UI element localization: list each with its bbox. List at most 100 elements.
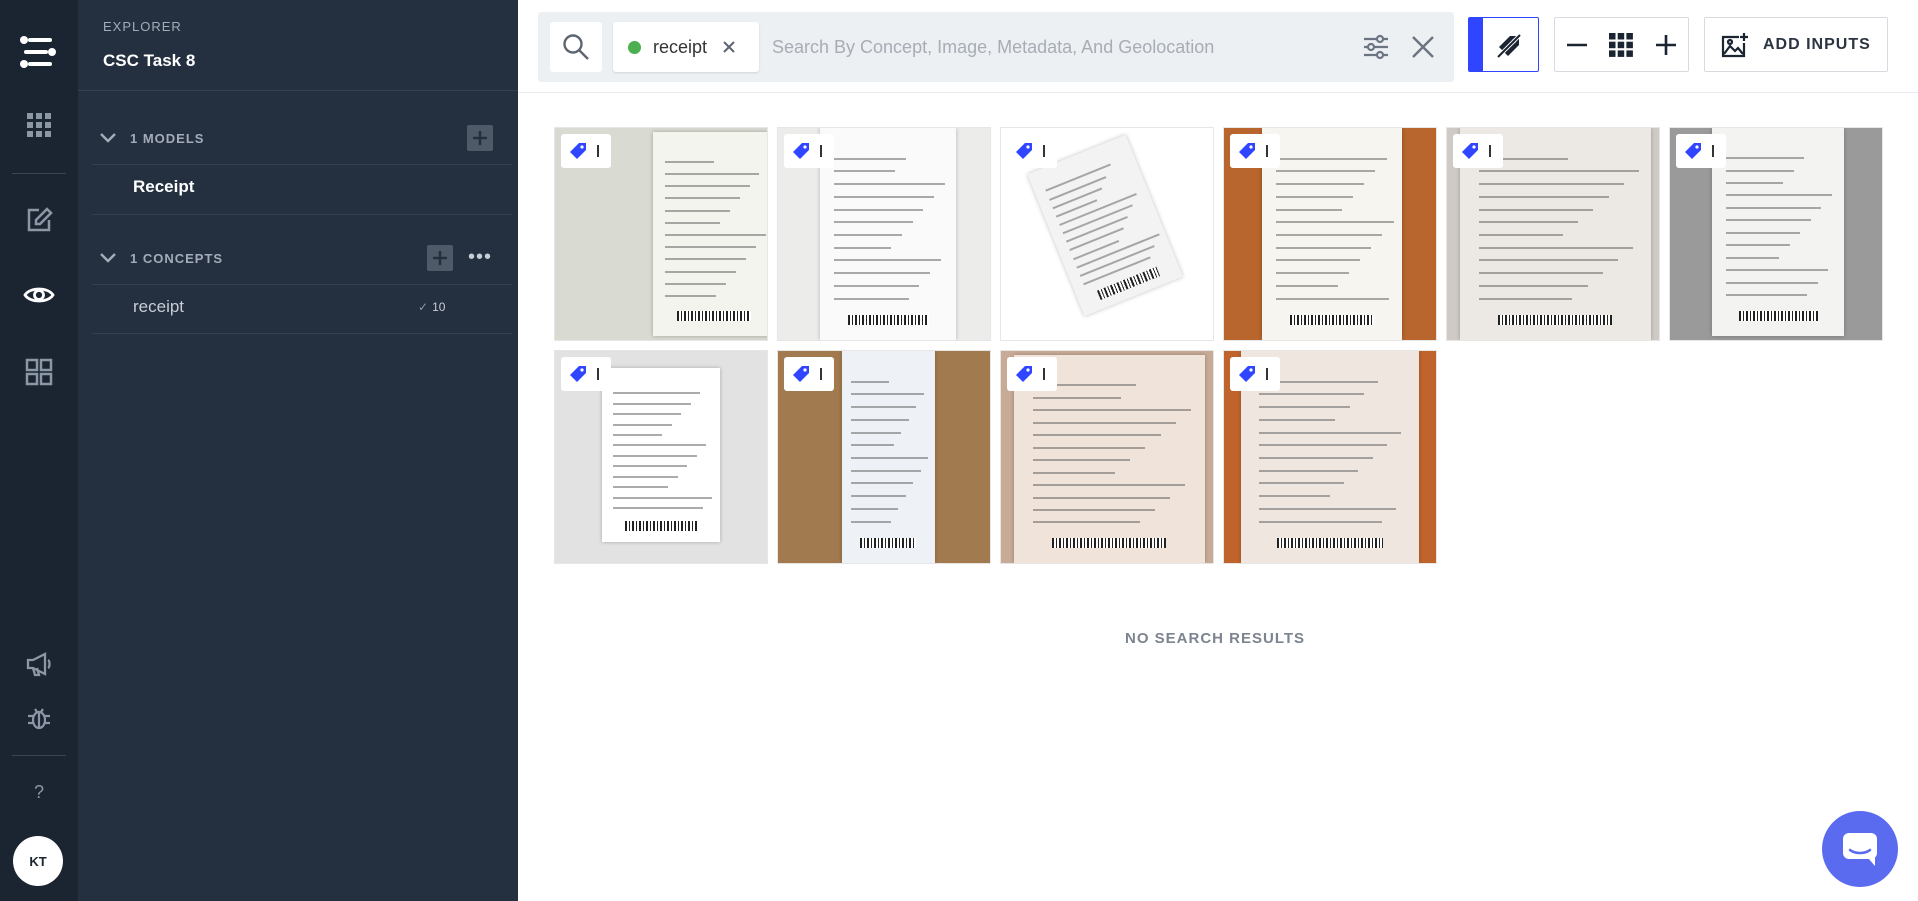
eye-icon[interactable] bbox=[22, 278, 56, 312]
receipt-text-line bbox=[850, 457, 929, 459]
receipt-text-line bbox=[1276, 284, 1338, 287]
image-thumbnail[interactable] bbox=[1669, 127, 1883, 341]
receipt-text-line bbox=[1725, 157, 1805, 160]
annotation-tag-badge[interactable] bbox=[1676, 134, 1726, 168]
image-thumbnail[interactable] bbox=[1223, 350, 1437, 564]
image-thumbnail[interactable] bbox=[554, 350, 768, 564]
bug-icon[interactable] bbox=[22, 701, 56, 735]
receipt-text-line bbox=[613, 496, 713, 499]
tag-icon bbox=[1685, 143, 1701, 159]
receipt-image bbox=[820, 128, 957, 340]
tag-separator bbox=[597, 368, 599, 380]
tag-icon bbox=[570, 366, 586, 382]
apps-grid-icon[interactable] bbox=[22, 108, 56, 142]
receipt-text-line bbox=[833, 195, 935, 198]
help-button[interactable]: ? bbox=[22, 775, 56, 809]
receipt-text-line bbox=[1725, 169, 1794, 172]
annotation-tag-badge[interactable] bbox=[561, 357, 611, 391]
tag-separator bbox=[1266, 145, 1268, 157]
zoom-out-icon[interactable] bbox=[1565, 33, 1589, 57]
dashboard-icon[interactable] bbox=[22, 355, 56, 389]
receipt-text-line bbox=[1032, 484, 1186, 487]
model-item-receipt[interactable]: Receipt bbox=[133, 177, 194, 197]
receipt-text-line bbox=[1258, 418, 1336, 421]
receipt-text-line bbox=[1478, 246, 1634, 249]
app-title[interactable]: CSC Task 8 bbox=[103, 51, 195, 71]
tag-separator bbox=[1489, 145, 1491, 157]
receipt-text-line bbox=[833, 234, 902, 236]
chip-label: receipt bbox=[653, 36, 708, 57]
annotation-mode-toggle[interactable] bbox=[1468, 17, 1539, 72]
receipt-text-line bbox=[664, 282, 727, 285]
annotation-tag-badge[interactable] bbox=[784, 357, 834, 391]
clear-search-icon[interactable] bbox=[1410, 34, 1436, 60]
annotation-tag-badge[interactable] bbox=[561, 134, 611, 168]
receipt-image bbox=[652, 132, 767, 336]
receipt-text-line bbox=[613, 402, 691, 405]
add-inputs-button[interactable]: ADD INPUTS bbox=[1704, 17, 1888, 72]
receipt-text-line bbox=[1258, 495, 1330, 498]
image-thumbnail[interactable] bbox=[1223, 127, 1437, 341]
receipt-text-line bbox=[1032, 434, 1161, 437]
explorer-label: EXPLORER bbox=[103, 19, 182, 34]
tag-separator bbox=[1043, 145, 1045, 157]
section-divider bbox=[92, 214, 512, 215]
close-icon[interactable] bbox=[721, 39, 737, 55]
chevron-down-icon[interactable] bbox=[98, 248, 118, 268]
receipt-text-line bbox=[664, 160, 714, 163]
add-concept-button[interactable] bbox=[427, 245, 453, 271]
image-thumbnail[interactable] bbox=[1000, 127, 1214, 341]
explorer-panel: EXPLORER CSC Task 8 1 MODELS Receipt 1 C… bbox=[78, 0, 518, 901]
tag-icon bbox=[1016, 366, 1032, 382]
image-thumbnail[interactable] bbox=[777, 127, 991, 341]
search-chip-receipt[interactable]: receipt bbox=[613, 22, 759, 72]
receipt-text-line bbox=[613, 392, 701, 395]
concept-item-receipt[interactable]: receipt bbox=[133, 297, 184, 317]
chevron-down-icon[interactable] bbox=[98, 128, 118, 148]
plus-icon bbox=[433, 251, 447, 265]
tag-separator bbox=[1712, 145, 1714, 157]
add-model-button[interactable] bbox=[467, 125, 493, 151]
chat-support-button[interactable] bbox=[1822, 811, 1898, 887]
models-section-header[interactable]: 1 MODELS bbox=[98, 116, 508, 160]
avatar[interactable]: KT bbox=[13, 836, 63, 886]
receipt-text-line bbox=[1258, 444, 1387, 447]
tag-icon bbox=[793, 366, 809, 382]
annotation-tag-badge[interactable] bbox=[1230, 357, 1280, 391]
receipt-text-line bbox=[1032, 508, 1155, 511]
annotation-tag-badge[interactable] bbox=[784, 134, 834, 168]
more-options-icon[interactable]: ••• bbox=[468, 247, 492, 267]
megaphone-icon[interactable] bbox=[22, 647, 56, 681]
receipt-barcode bbox=[677, 311, 751, 322]
annotation-tag-badge[interactable] bbox=[1453, 134, 1503, 168]
receipt-text-line bbox=[850, 431, 902, 434]
annotation-tag-badge[interactable] bbox=[1230, 134, 1280, 168]
receipt-text-line bbox=[1725, 269, 1829, 272]
receipt-text-line bbox=[1276, 297, 1390, 300]
image-thumbnail[interactable] bbox=[1000, 350, 1214, 564]
concepts-section-label: 1 CONCEPTS bbox=[130, 250, 224, 266]
concept-count: ✓ 10 bbox=[418, 300, 445, 314]
filter-settings-icon[interactable] bbox=[1362, 34, 1390, 60]
receipt-text-line bbox=[1032, 421, 1176, 424]
search-button[interactable] bbox=[550, 22, 602, 72]
zoom-in-icon[interactable] bbox=[1654, 33, 1678, 57]
edit-icon[interactable] bbox=[22, 203, 56, 237]
receipt-text-line bbox=[1072, 239, 1120, 261]
clarifai-logo-icon[interactable] bbox=[16, 30, 60, 74]
no-results-message: NO SEARCH RESULTS bbox=[1125, 630, 1306, 647]
image-thumbnail[interactable] bbox=[554, 127, 768, 341]
receipt-text-line bbox=[850, 495, 906, 498]
search-input[interactable] bbox=[772, 28, 1362, 66]
receipt-text-line bbox=[1032, 409, 1192, 412]
receipt-text-line bbox=[1276, 234, 1383, 236]
receipt-image bbox=[1262, 128, 1403, 340]
image-thumbnail[interactable] bbox=[777, 350, 991, 564]
toggle-accent-bar bbox=[1469, 18, 1483, 71]
annotation-tag-badge[interactable] bbox=[1007, 134, 1057, 168]
grid-view-icon[interactable] bbox=[1608, 32, 1634, 58]
annotation-tag-badge[interactable] bbox=[1007, 357, 1057, 391]
image-thumbnail[interactable] bbox=[1446, 127, 1660, 341]
rail-divider bbox=[12, 173, 66, 174]
receipt-barcode bbox=[1097, 267, 1160, 301]
